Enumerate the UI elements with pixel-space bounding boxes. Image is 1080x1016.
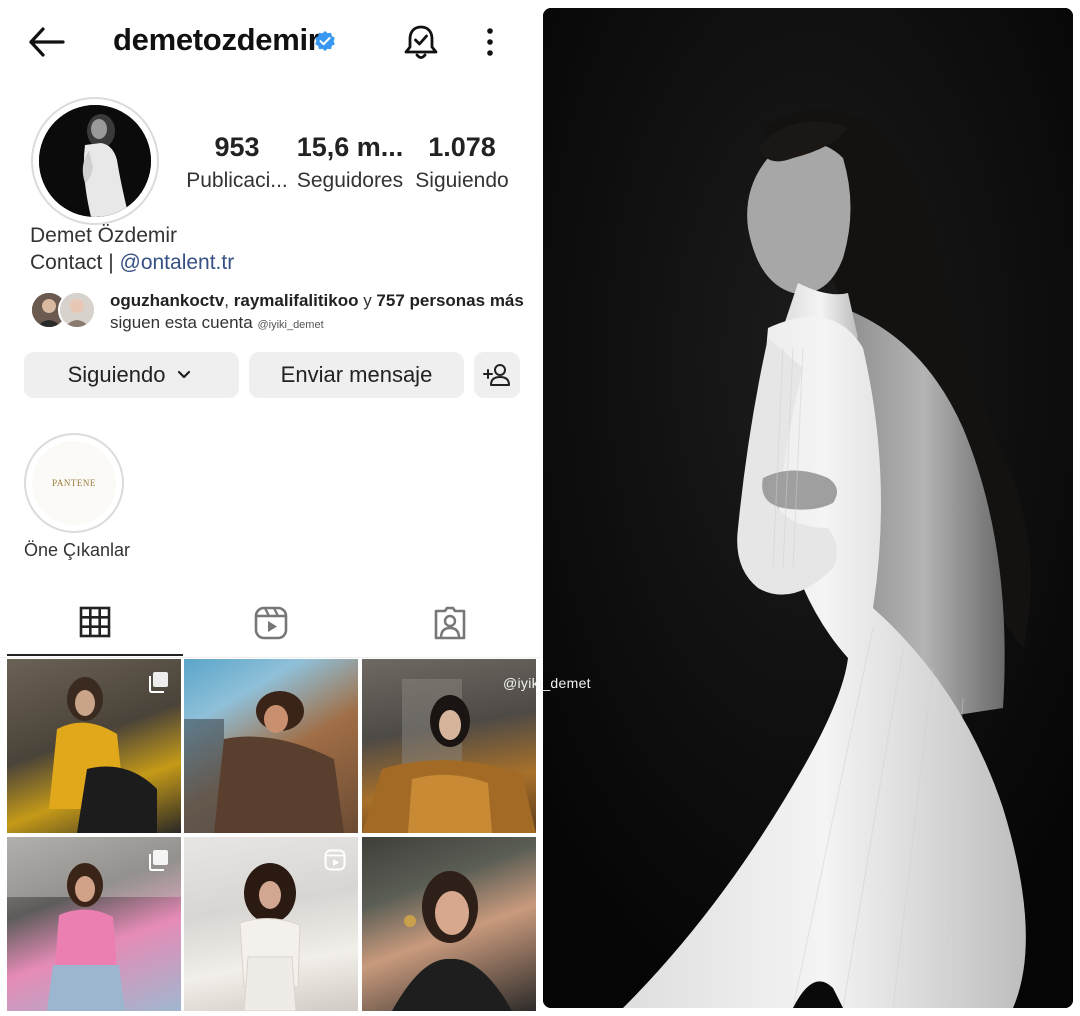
profile-full-name: Demet Özdemir [30, 224, 178, 247]
mutual-avatar-2 [58, 291, 96, 329]
grid-icon [79, 606, 111, 638]
bell-check-icon [404, 25, 438, 59]
mutual-suffix: siguen esta cuenta [110, 313, 253, 332]
more-options-button[interactable] [478, 24, 502, 60]
send-message-button[interactable]: Enviar mensaje [249, 352, 464, 398]
tab-reels[interactable] [183, 590, 359, 656]
following-label: Siguiendo [415, 169, 509, 192]
profile-bio: Contact | @ontalent.tr [30, 251, 234, 275]
mutual-followers-text[interactable]: oguzhankoctv, raymalifalitikoo y 757 per… [110, 290, 530, 336]
reel-icon [324, 849, 346, 871]
posts-count: 953 [214, 132, 260, 162]
portrait-image [543, 8, 1073, 1008]
kebab-menu-icon [487, 28, 493, 56]
mutual-user-2: raymalifalitikoo [233, 291, 359, 310]
following-button-label: Siguiendo [67, 362, 166, 387]
followers-label: Seguidores [296, 169, 404, 192]
tab-tagged[interactable] [362, 590, 538, 656]
tagged-person-icon [434, 606, 466, 640]
tab-posts-grid[interactable] [7, 590, 183, 656]
highlight-label: Öne Çıkanlar [24, 540, 131, 560]
portrait-photo [543, 8, 1073, 1008]
carousel-icon [149, 672, 168, 693]
mutual-others: 757 personas más [376, 291, 524, 310]
posts-grid [7, 659, 539, 1011]
following-count: 1.078 [428, 132, 496, 162]
reels-icon [254, 606, 288, 640]
mutual-separator: , [224, 291, 234, 310]
mutual-watermark: @iyiki_demet [257, 319, 324, 331]
notifications-button[interactable] [401, 22, 441, 62]
profile-username: demetozdemir [113, 22, 320, 57]
grid-post[interactable] [7, 659, 181, 833]
suggest-users-button[interactable] [474, 352, 520, 398]
post-thumbnail [184, 691, 344, 833]
grid-post[interactable] [184, 659, 358, 833]
arrow-left-icon [29, 27, 65, 57]
following-stat[interactable]: 1.078 Siguiendo [412, 130, 512, 196]
profile-panel: demetozdemir 953 Publicaci... 15,6 m... … [0, 0, 540, 1016]
grid-post[interactable] [184, 837, 358, 1011]
mutual-user-1: oguzhankoctv [110, 291, 225, 310]
grid-post[interactable] [362, 837, 536, 1011]
carousel-icon [149, 850, 168, 871]
add-user-icon [483, 364, 510, 386]
post-thumbnail [392, 871, 512, 1011]
grid-post[interactable] [7, 837, 181, 1011]
mutual-followers-avatars[interactable] [30, 291, 100, 331]
following-dropdown-button[interactable]: Siguiendo [24, 352, 239, 398]
posts-label: Publicaci... [186, 169, 288, 192]
mutual-conjunction: y [358, 291, 377, 310]
message-button-label: Enviar mensaje [280, 362, 433, 387]
posts-stat[interactable]: 953 Publicaci... [186, 130, 288, 196]
chevron-down-icon [178, 370, 191, 379]
highlight-story[interactable]: PANTENE [24, 433, 124, 533]
profile-avatar [39, 105, 151, 217]
bio-text: Contact | [30, 251, 120, 274]
bio-mention-link[interactable]: @ontalent.tr [120, 251, 235, 274]
top-bar: demetozdemir [0, 0, 540, 84]
profile-avatar-button[interactable] [31, 97, 159, 225]
image-watermark: @iyiki_demet [503, 675, 591, 691]
followers-stat[interactable]: 15,6 m... Seguidores [296, 130, 404, 196]
highlight-cover-text: PANTENE [52, 478, 96, 488]
profile-tabs [0, 590, 540, 658]
followers-count: 15,6 m... [296, 132, 404, 162]
verified-badge-icon [315, 31, 335, 51]
back-button[interactable] [26, 24, 66, 60]
highlight-cover: PANTENE [32, 441, 116, 525]
